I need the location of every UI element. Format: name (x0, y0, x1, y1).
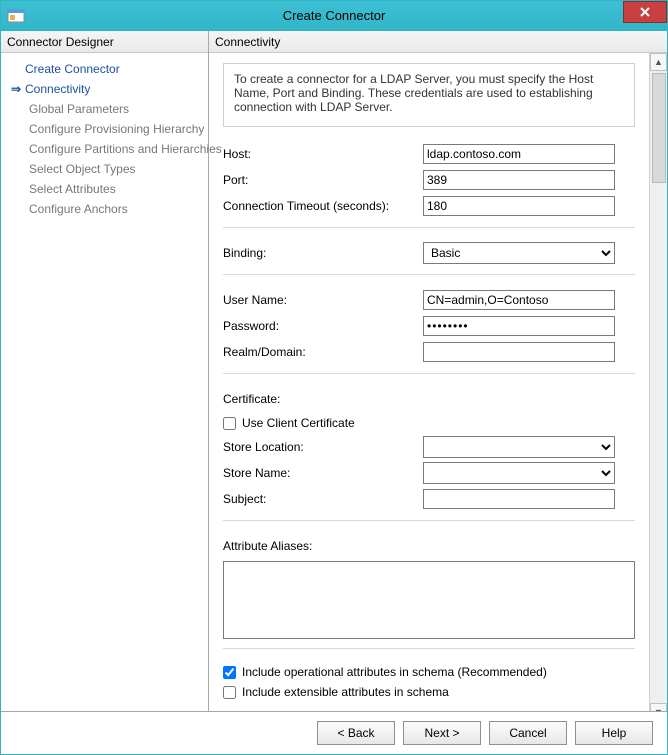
nav-item[interactable]: Select Attributes (7, 179, 202, 199)
certificate-label: Certificate: (223, 392, 423, 406)
nav-root-label: Create Connector (25, 62, 120, 76)
nav-item-label: Configure Provisioning Hierarchy (29, 122, 204, 136)
scroll-area: To create a connector for a LDAP Server,… (209, 53, 667, 712)
nav-item[interactable]: Configure Anchors (7, 199, 202, 219)
host-block: Host: Port: Connection Timeout (seconds)… (223, 143, 635, 227)
nav-root[interactable]: Create Connector (7, 59, 202, 79)
auth-block: User Name: Password: Realm/Domain: (223, 274, 635, 373)
binding-label: Binding: (223, 246, 423, 260)
nav-item-label: Global Parameters (29, 102, 129, 116)
store-name-label: Store Name: (223, 466, 423, 480)
schema-block: Include operational attributes in schema… (223, 648, 635, 711)
aliases-block: Attribute Aliases: (223, 520, 635, 648)
include-extensible-checkbox[interactable] (223, 686, 236, 699)
arrow-right-icon: ⇒ (7, 82, 25, 96)
aliases-textarea[interactable] (223, 561, 635, 639)
subject-label: Subject: (223, 492, 423, 506)
help-button[interactable]: Help (575, 721, 653, 745)
nav-current[interactable]: ⇒ Connectivity (7, 79, 202, 99)
store-name-select[interactable] (423, 462, 615, 484)
nav-item[interactable]: Configure Provisioning Hierarchy (7, 119, 202, 139)
password-input[interactable] (423, 316, 615, 336)
include-operational-row[interactable]: Include operational attributes in schema… (223, 665, 635, 679)
button-bar: < Back Next > Cancel Help (1, 712, 667, 754)
include-extensible-row[interactable]: Include extensible attributes in schema (223, 685, 635, 699)
host-label: Host: (223, 147, 423, 161)
vertical-scrollbar[interactable]: ▲ ▼ (649, 53, 667, 712)
app-icon (7, 7, 25, 25)
timeout-label: Connection Timeout (seconds): (223, 199, 423, 213)
binding-block: Binding: Basic (223, 227, 635, 274)
title-bar: Create Connector (1, 1, 667, 31)
scroll-thumb[interactable] (652, 73, 666, 183)
subject-input[interactable] (423, 489, 615, 509)
use-cert-label: Use Client Certificate (242, 416, 355, 430)
include-extensible-label: Include extensible attributes in schema (242, 685, 449, 699)
main-header: Connectivity (209, 31, 667, 53)
username-input[interactable] (423, 290, 615, 310)
nav-tree: Create Connector ⇒ Connectivity Global P… (1, 53, 208, 711)
store-location-label: Store Location: (223, 440, 423, 454)
username-label: User Name: (223, 293, 423, 307)
use-cert-checkbox[interactable] (223, 417, 236, 430)
main-content: To create a connector for a LDAP Server,… (209, 53, 649, 712)
nav-item[interactable]: Configure Partitions and Hierarchies (7, 139, 202, 159)
main-panel: Connectivity To create a connector for a… (209, 31, 667, 711)
back-button[interactable]: < Back (317, 721, 395, 745)
nav-item[interactable]: Global Parameters (7, 99, 202, 119)
sidepanel-header: Connector Designer (1, 31, 208, 53)
intro-text: To create a connector for a LDAP Server,… (223, 63, 635, 127)
window-title: Create Connector (283, 8, 386, 23)
realm-input[interactable] (423, 342, 615, 362)
scroll-up-button[interactable]: ▲ (650, 53, 667, 71)
use-cert-row[interactable]: Use Client Certificate (223, 416, 635, 430)
body-area: Connector Designer Create Connector ⇒ Co… (1, 31, 667, 712)
binding-select[interactable]: Basic (423, 242, 615, 264)
nav-item-label: Select Attributes (29, 182, 116, 196)
timeout-input[interactable] (423, 196, 615, 216)
password-label: Password: (223, 319, 423, 333)
nav-current-label: Connectivity (25, 82, 90, 96)
window-frame: Create Connector Connector Designer Crea… (0, 0, 668, 755)
nav-item-label: Configure Anchors (29, 202, 128, 216)
host-input[interactable] (423, 144, 615, 164)
port-input[interactable] (423, 170, 615, 190)
port-label: Port: (223, 173, 423, 187)
aliases-label: Attribute Aliases: (223, 539, 423, 553)
nav-item-label: Select Object Types (29, 162, 136, 176)
connector-designer-panel: Connector Designer Create Connector ⇒ Co… (1, 31, 209, 711)
include-operational-checkbox[interactable] (223, 666, 236, 679)
next-button[interactable]: Next > (403, 721, 481, 745)
certificate-block: Certificate: Use Client Certificate Stor… (223, 373, 635, 520)
store-location-select[interactable] (423, 436, 615, 458)
nav-item-label: Configure Partitions and Hierarchies (29, 142, 222, 156)
scroll-down-button[interactable]: ▼ (650, 703, 667, 712)
realm-label: Realm/Domain: (223, 345, 423, 359)
cancel-button[interactable]: Cancel (489, 721, 567, 745)
nav-item[interactable]: Select Object Types (7, 159, 202, 179)
include-operational-label: Include operational attributes in schema… (242, 665, 547, 679)
close-button[interactable] (623, 1, 667, 23)
